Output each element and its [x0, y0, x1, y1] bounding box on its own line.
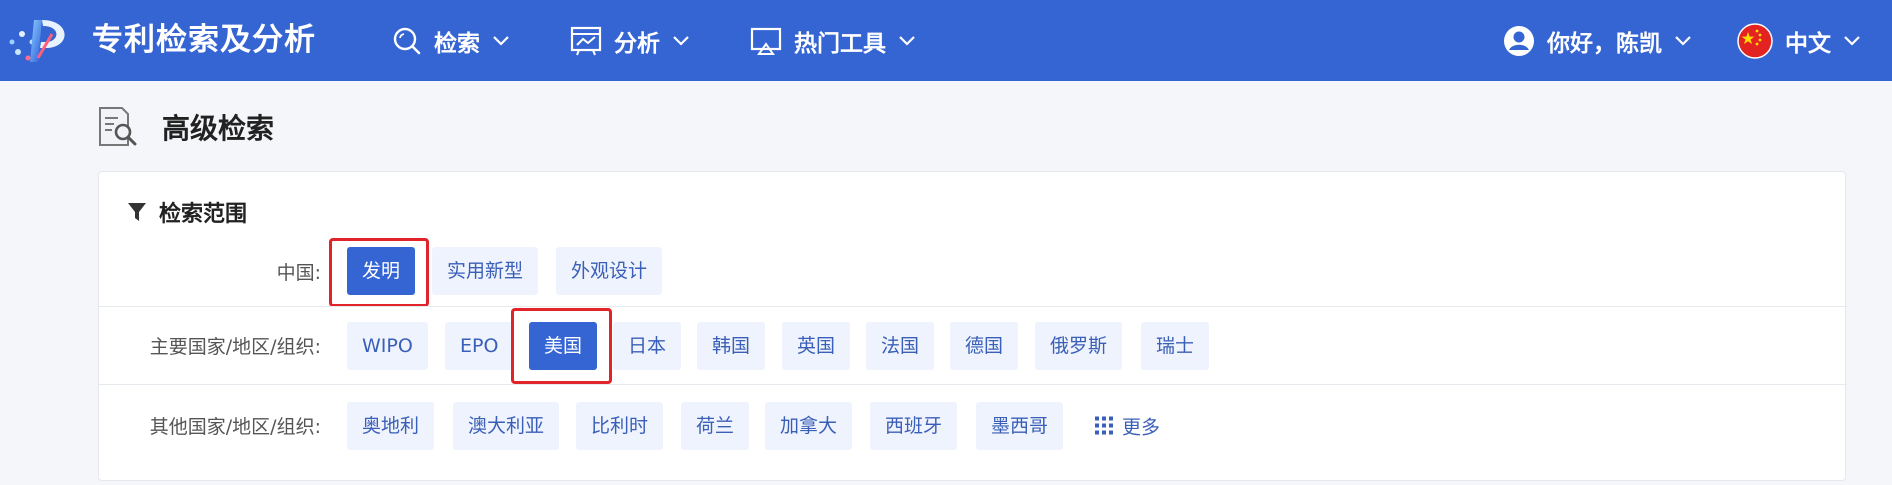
chip-epo[interactable]: EPO — [445, 321, 514, 370]
major-countries-row: 主要国家/地区/组织: WIPO EPO 美国 日本 韩国 英国 法国 德国 俄… — [99, 306, 1847, 384]
chip-netherlands[interactable]: 荷兰 — [681, 401, 750, 450]
china-label: 中国: — [276, 261, 321, 284]
chip-spain[interactable]: 西班牙 — [870, 401, 958, 450]
chip-uk[interactable]: 英国 — [782, 321, 851, 370]
chevron-down-icon — [1675, 35, 1691, 46]
chip-belgium[interactable]: 比利时 — [576, 401, 664, 450]
more-label: 更多 — [1122, 416, 1161, 438]
other-countries-label: 其他国家/地区/组织: — [149, 416, 321, 438]
language-label: 中文 — [1785, 30, 1831, 57]
chip-austria[interactable]: 奥地利 — [347, 401, 435, 450]
chip-utility-model[interactable]: 实用新型 — [432, 247, 539, 295]
nav-tools-label: 热门工具 — [794, 30, 886, 57]
document-search-icon — [99, 107, 137, 146]
more-countries-button[interactable]: 更多 — [1094, 412, 1160, 439]
user-greeting: 你好，陈凯 — [1547, 30, 1662, 57]
chevron-down-icon — [899, 35, 915, 46]
search-icon — [393, 27, 421, 54]
chevron-down-icon — [673, 35, 689, 46]
analysis-chart-icon — [570, 26, 602, 55]
chevron-down-icon — [493, 35, 509, 46]
monitor-tools-icon — [750, 27, 782, 55]
app-title[interactable]: 专利检索及分析 — [92, 0, 316, 81]
language-selector[interactable]: 中文 — [1737, 0, 1861, 81]
panel-header: 检索范围 — [127, 194, 247, 230]
search-scope-panel: 检索范围 中国: 发明 实用新型 外观设计 主要国家/地区/组织: WIPO E… — [98, 171, 1847, 481]
chip-korea[interactable]: 韩国 — [697, 321, 766, 370]
top-navigation-bar: 专利检索及分析 检索 分析 热门工具 你好，陈凯 中文 — [0, 0, 1892, 81]
nav-search-menu[interactable]: 检索 — [392, 0, 510, 81]
chip-russia[interactable]: 俄罗斯 — [1035, 321, 1123, 370]
china-flag-icon — [1737, 22, 1773, 59]
chip-wipo[interactable]: WIPO — [347, 321, 428, 370]
nav-search-label: 检索 — [434, 30, 480, 57]
nav-analysis-label: 分析 — [614, 30, 660, 57]
grid-dots-icon — [1095, 416, 1113, 435]
chip-design[interactable]: 外观设计 — [556, 247, 663, 295]
user-menu[interactable]: 你好，陈凯 — [1503, 0, 1692, 81]
page-heading: 高级检索 — [96, 104, 274, 150]
other-countries-row: 其他国家/地区/组织: 奥地利 澳大利亚 比利时 荷兰 加拿大 西班牙 墨西哥 … — [99, 384, 1847, 466]
chip-australia[interactable]: 澳大利亚 — [453, 401, 560, 450]
nav-analysis-menu[interactable]: 分析 — [570, 0, 690, 81]
chip-japan[interactable]: 日本 — [613, 321, 682, 370]
chip-invention[interactable]: 发明 — [347, 247, 416, 295]
china-scope-row: 中国: 发明 实用新型 外观设计 — [99, 238, 1847, 307]
user-avatar-icon — [1504, 25, 1534, 56]
chip-mexico[interactable]: 墨西哥 — [976, 401, 1064, 450]
chip-germany[interactable]: 德国 — [950, 321, 1019, 370]
chevron-down-icon — [1844, 35, 1860, 46]
panel-title: 检索范围 — [159, 202, 248, 227]
nav-tools-menu[interactable]: 热门工具 — [750, 0, 916, 81]
page-title: 高级检索 — [162, 112, 275, 145]
major-countries-label: 主要国家/地区/组织: — [149, 336, 321, 358]
app-logo-icon[interactable] — [8, 12, 74, 68]
chip-usa[interactable]: 美国 — [529, 321, 598, 370]
chip-switzerland[interactable]: 瑞士 — [1141, 321, 1210, 370]
filter-icon — [128, 203, 146, 221]
chip-canada[interactable]: 加拿大 — [765, 401, 853, 450]
chip-france[interactable]: 法国 — [866, 321, 935, 370]
